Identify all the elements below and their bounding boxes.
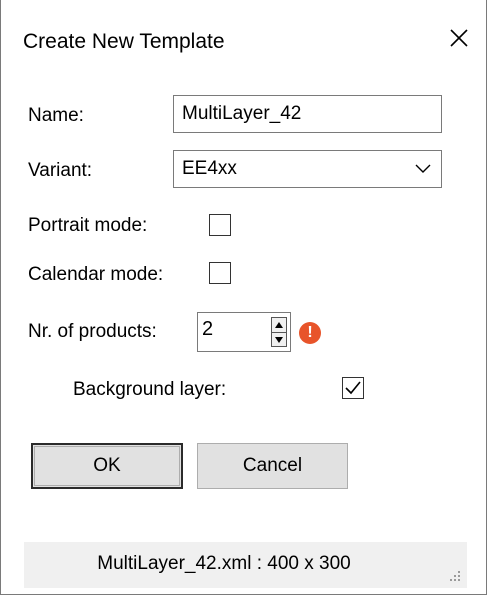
spin-down-button[interactable] (272, 333, 286, 347)
name-label: Name: (28, 105, 84, 126)
spin-buttons (271, 317, 287, 347)
spin-up-button[interactable] (272, 318, 286, 333)
variant-select[interactable]: EE4xx (173, 150, 442, 188)
status-bar: MultiLayer_42.xml : 400 x 300 (24, 542, 467, 588)
ok-button[interactable]: OK (31, 443, 183, 489)
calendar-mode-checkbox[interactable] (209, 262, 231, 284)
products-label: Nr. of products: (28, 321, 157, 342)
background-layer-label: Background layer: (73, 379, 227, 400)
name-field[interactable]: MultiLayer_42 (173, 95, 442, 133)
ok-label: OK (93, 455, 121, 476)
error-icon: ! (299, 322, 321, 344)
dialog-title: Create New Template (23, 30, 225, 53)
triangle-down-icon (275, 337, 283, 343)
cancel-button[interactable]: Cancel (197, 443, 348, 489)
resize-grip-icon[interactable] (447, 568, 461, 582)
variant-value: EE4xx (182, 158, 237, 179)
checkmark-icon (345, 381, 361, 395)
status-text: MultiLayer_42.xml : 400 x 300 (97, 553, 351, 574)
name-value: MultiLayer_42 (182, 103, 302, 124)
cancel-label: Cancel (242, 455, 303, 476)
portrait-mode-checkbox[interactable] (209, 214, 231, 236)
create-template-dialog: Create New Template Name: MultiLayer_42 … (0, 0, 487, 595)
products-stepper[interactable]: 2 (197, 312, 291, 352)
variant-label: Variant: (28, 160, 93, 181)
portrait-mode-label: Portrait mode: (28, 215, 148, 236)
triangle-up-icon (275, 322, 283, 328)
close-button[interactable] (437, 18, 481, 58)
background-layer-checkbox[interactable] (342, 377, 364, 399)
chevron-down-icon (415, 164, 431, 173)
products-value: 2 (202, 318, 214, 340)
title-bar: Create New Template (1, 0, 486, 78)
close-icon (450, 29, 468, 47)
calendar-mode-label: Calendar mode: (28, 264, 164, 285)
